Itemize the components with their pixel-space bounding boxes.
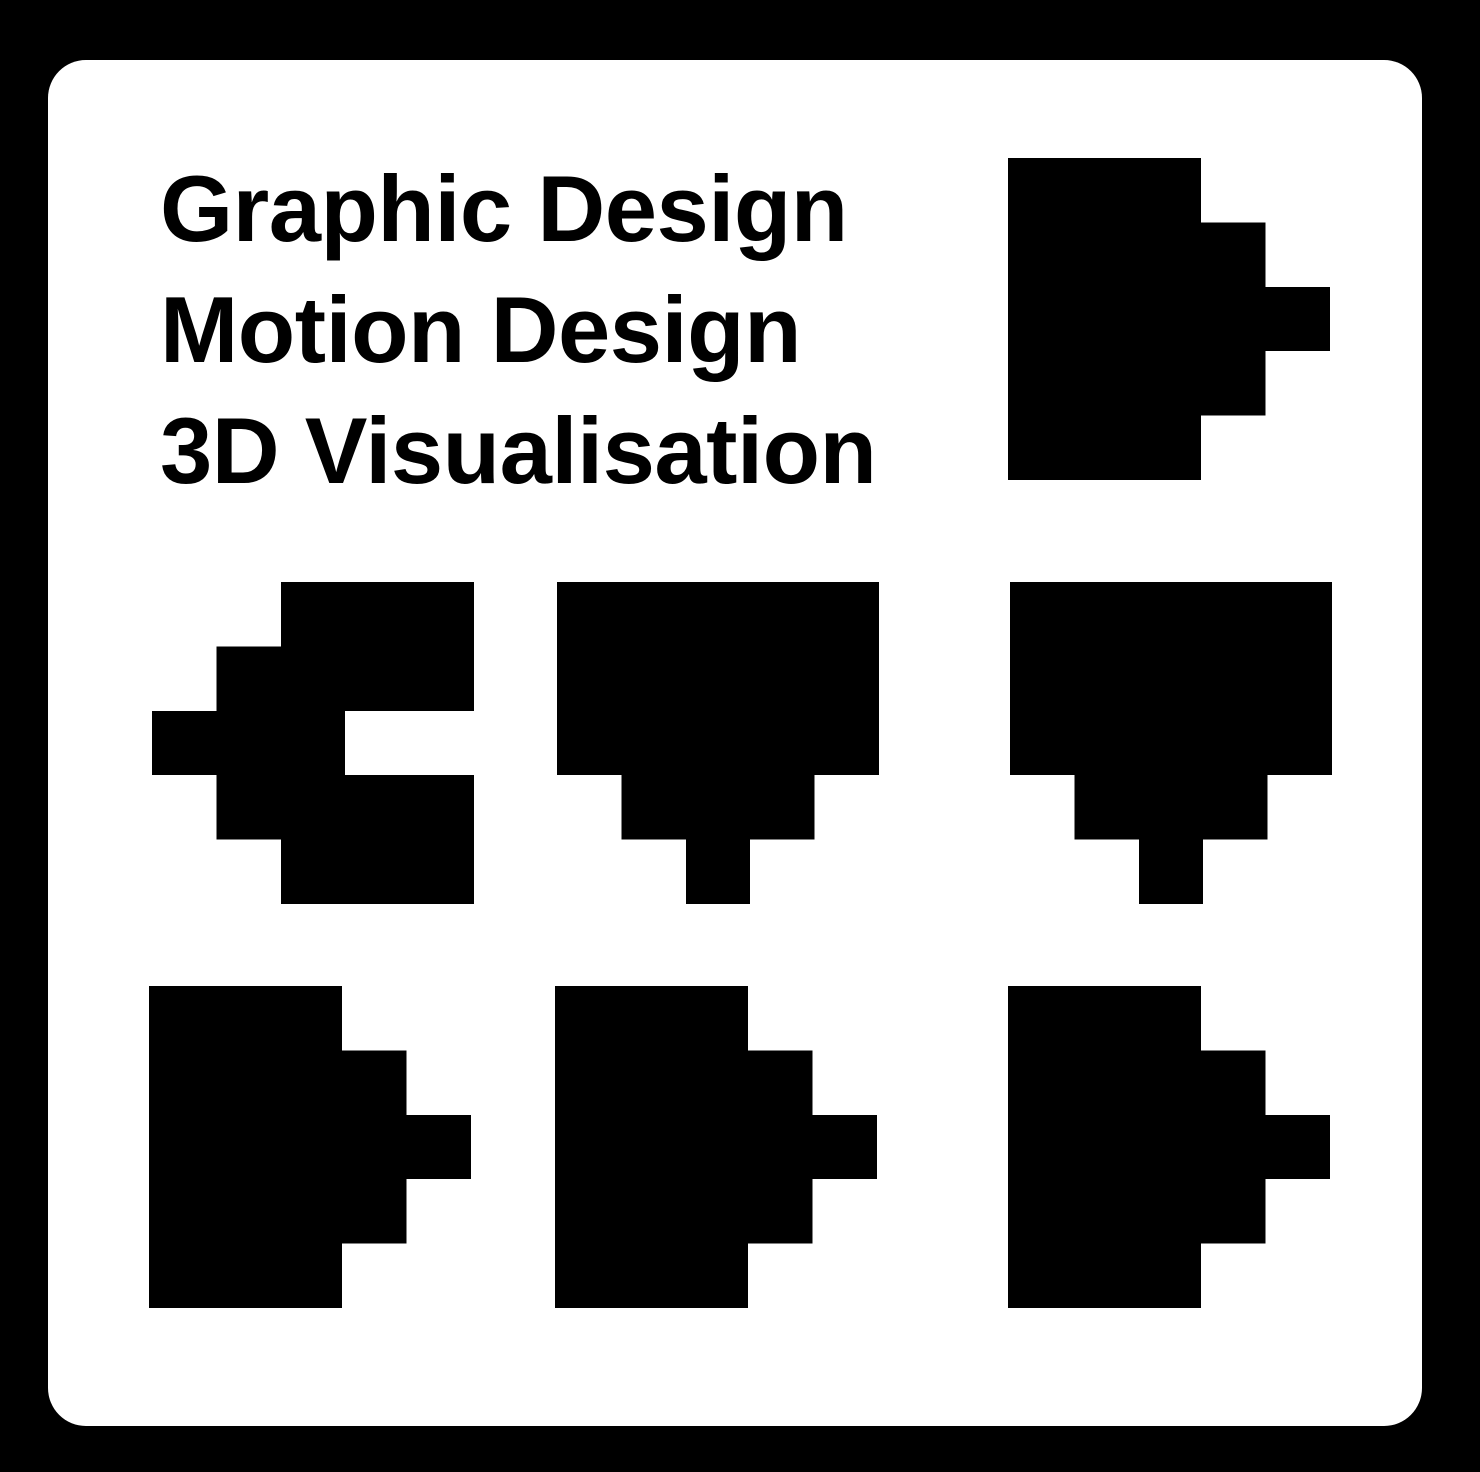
arrow-right-icon <box>555 986 877 1308</box>
glyph-bottom-right <box>1008 986 1330 1308</box>
glyph-middle-left <box>152 582 474 904</box>
arrow-right-icon <box>1008 986 1330 1308</box>
arrow-down-icon <box>557 582 879 904</box>
logo-card: Graphic Design Motion Design 3D Visualis… <box>48 60 1422 1426</box>
service-motion-design: Motion Design <box>160 277 802 382</box>
glyph-middle-center <box>557 582 879 904</box>
glyph-bottom-left <box>149 986 471 1308</box>
arrow-right-icon <box>1008 158 1330 480</box>
services-list: Graphic Design Motion Design 3D Visualis… <box>160 148 877 511</box>
service-graphic-design: Graphic Design <box>160 156 848 261</box>
arrow-right-icon <box>149 986 471 1308</box>
glyph-middle-right <box>1010 582 1332 904</box>
arrow-down-icon <box>1010 582 1332 904</box>
arrow-left-notched-icon <box>152 582 474 904</box>
service-3d-visualisation: 3D Visualisation <box>160 398 877 503</box>
glyph-top-right <box>1008 158 1330 480</box>
glyph-bottom-center <box>555 986 877 1308</box>
page-background: Graphic Design Motion Design 3D Visualis… <box>0 0 1480 1472</box>
